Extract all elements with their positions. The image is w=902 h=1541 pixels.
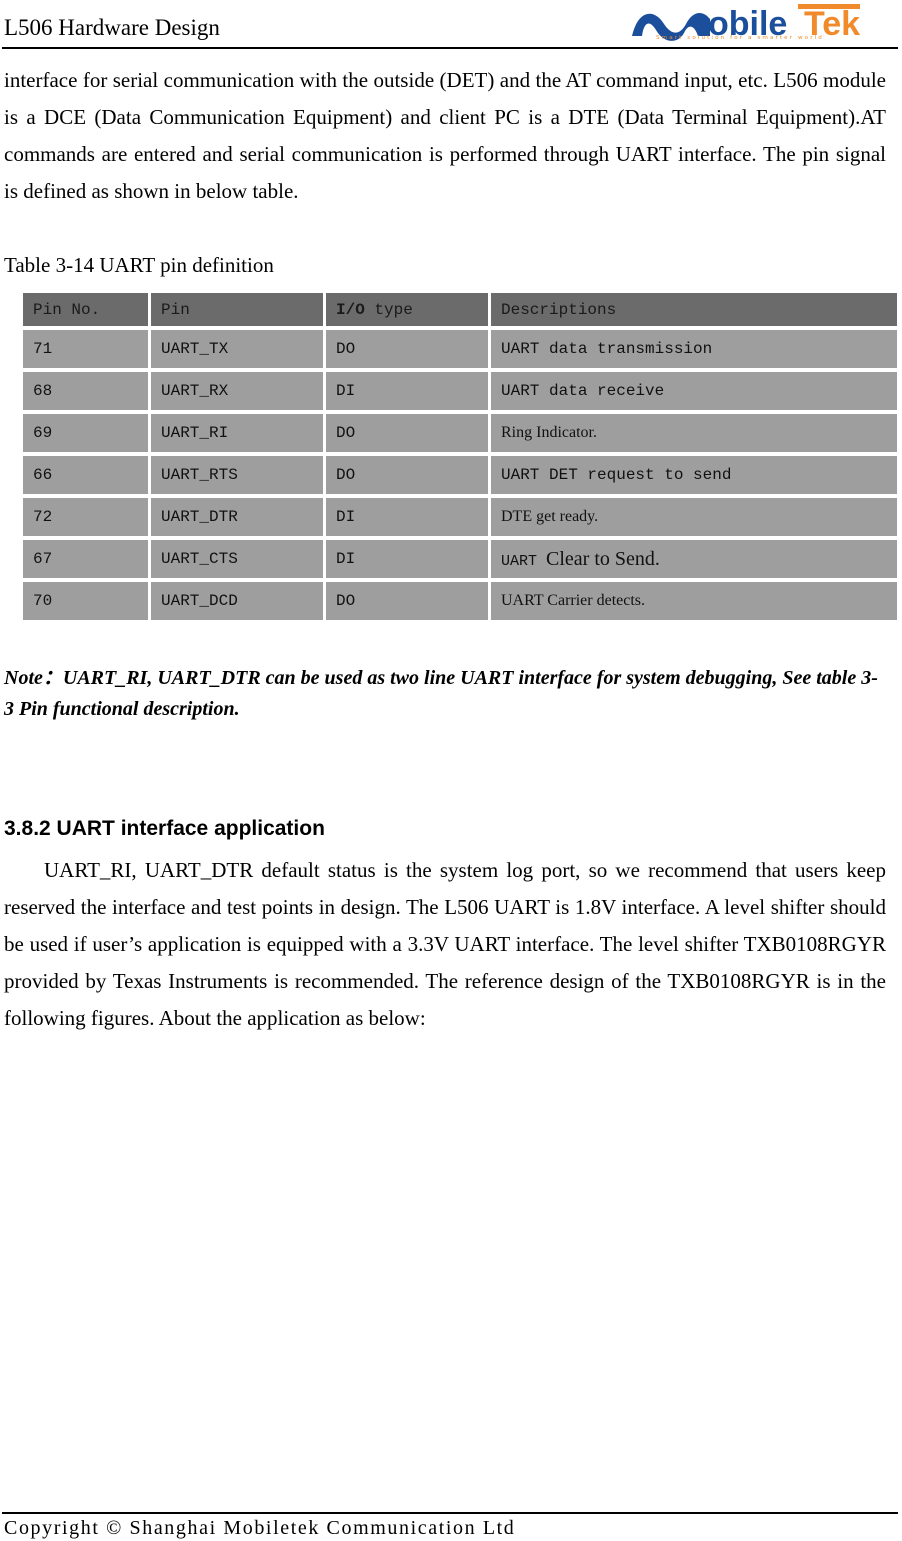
column-header-io-type: I/O type — [326, 293, 488, 326]
section-paragraph: UART_RI, UART_DTR default status is the … — [4, 858, 886, 1030]
io-label-rest: type — [364, 300, 413, 319]
note-text: Note：UART_RI, UART_DTR can be used as tw… — [4, 667, 878, 720]
header-divider — [2, 47, 898, 49]
table-row: 72 UART_DTR DI DTE get ready. — [23, 498, 897, 536]
table-header: Pin No. Pin I/O type Descriptions — [23, 293, 897, 326]
page-header: L506 Hardware Design obile Tek Smart sol… — [0, 0, 902, 50]
cell-description: UART data transmission — [491, 330, 897, 368]
cell-io-type: DI — [326, 498, 488, 536]
footer-copyright: Copyright © Shanghai Mobiletek Communica… — [4, 1517, 516, 1539]
cell-description: DTE get ready. — [491, 498, 897, 536]
table-row: 68 UART_RX DI UART data receive — [23, 372, 897, 410]
page-title: L506 Hardware Design — [4, 15, 220, 40]
cell-description: UART Carrier detects. — [491, 582, 897, 620]
cell-pin-no: 72 — [23, 498, 148, 536]
cell-pin: UART_RX — [151, 372, 323, 410]
cell-io-type: DO — [326, 582, 488, 620]
section-heading-3-8-2: 3.8.2 UART interface application — [4, 817, 325, 840]
table-row: 69 UART_RI DO Ring Indicator. — [23, 414, 897, 452]
table-row: 67 UART_CTS DI UART Clear to Send. — [23, 540, 897, 578]
intro-paragraph: interface for serial communication with … — [4, 68, 886, 203]
table-header-row: Pin No. Pin I/O type Descriptions — [23, 293, 897, 326]
table-caption: Table 3-14 UART pin definition — [4, 253, 274, 277]
cell-description: UART Clear to Send. — [491, 540, 897, 578]
cell-description: UART data receive — [491, 372, 897, 410]
footer-divider — [2, 1512, 898, 1514]
cell-pin-no: 67 — [23, 540, 148, 578]
cell-pin-no: 69 — [23, 414, 148, 452]
table-row: 66 UART_RTS DO UART DET request to send — [23, 456, 897, 494]
logo-tagline: Smart solution for a smarter world — [656, 35, 824, 41]
cell-io-type: DO — [326, 456, 488, 494]
cell-io-type: DI — [326, 372, 488, 410]
cell-pin: UART_RTS — [151, 456, 323, 494]
cell-description: Ring Indicator. — [491, 414, 897, 452]
cell-pin-no: 70 — [23, 582, 148, 620]
cell-io-type: DO — [326, 330, 488, 368]
cell-io-type: DI — [326, 540, 488, 578]
cell-pin: UART_DCD — [151, 582, 323, 620]
description-mono-part: UART — [501, 552, 547, 570]
uart-pin-definition-table: Pin No. Pin I/O type Descriptions 71 UAR… — [20, 289, 900, 624]
io-label-bold: I/O — [336, 300, 365, 319]
cell-pin-no: 66 — [23, 456, 148, 494]
column-header-pin: Pin — [151, 293, 323, 326]
column-header-descriptions: Descriptions — [491, 293, 897, 326]
cell-pin-no: 71 — [23, 330, 148, 368]
table-row: 70 UART_DCD DO UART Carrier detects. — [23, 582, 897, 620]
cell-pin: UART_CTS — [151, 540, 323, 578]
cell-io-type: DO — [326, 414, 488, 452]
cell-pin: UART_DTR — [151, 498, 323, 536]
description-serif-part: Clear to Send. — [546, 547, 660, 570]
column-header-pin-no: Pin No. — [23, 293, 148, 326]
table-body: 71 UART_TX DO UART data transmission 68 … — [23, 330, 897, 620]
cell-description: UART DET request to send — [491, 456, 897, 494]
cell-pin-no: 68 — [23, 372, 148, 410]
cell-pin: UART_RI — [151, 414, 323, 452]
mobiletek-logo: obile Tek Smart solution for a smarter w… — [628, 2, 898, 46]
table-row: 71 UART_TX DO UART data transmission — [23, 330, 897, 368]
cell-pin: UART_TX — [151, 330, 323, 368]
logo-tek-bar — [798, 4, 860, 9]
